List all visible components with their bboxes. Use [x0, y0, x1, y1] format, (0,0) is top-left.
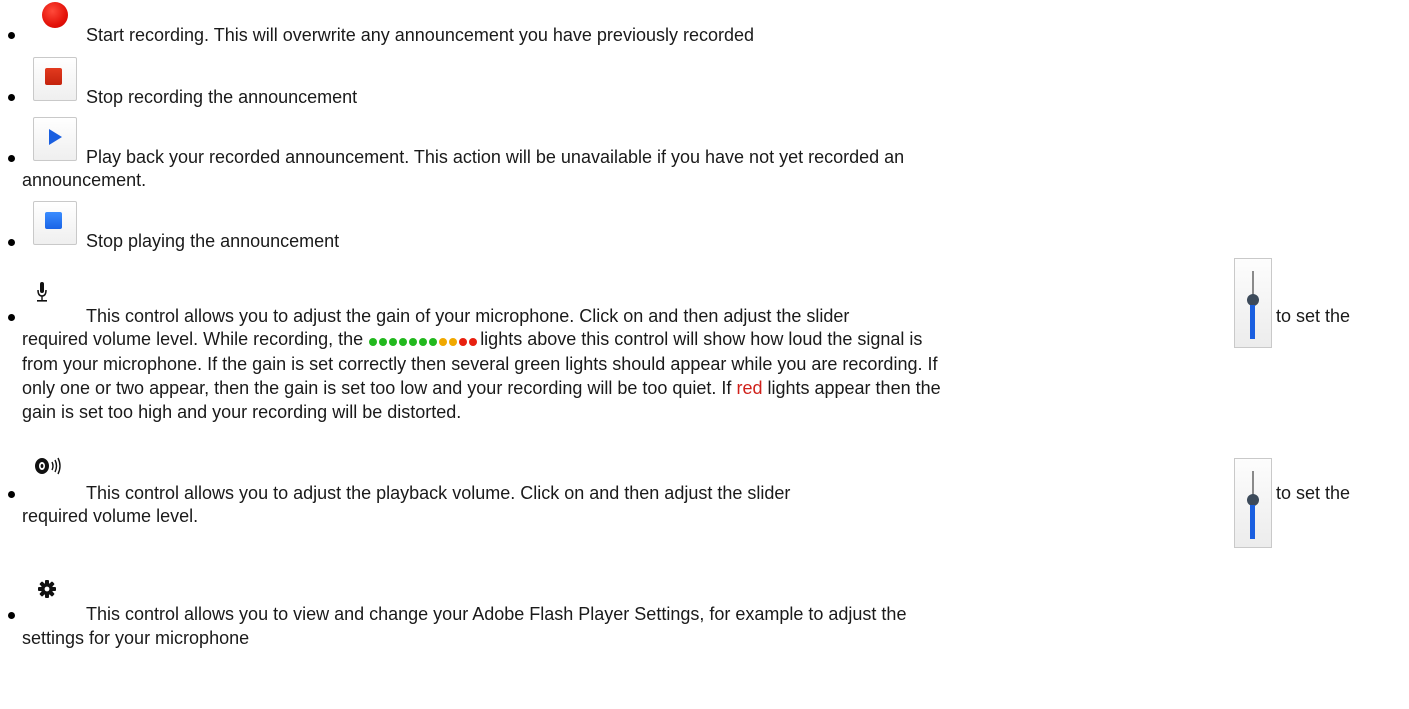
bullet	[8, 491, 15, 498]
level-light-icon	[449, 337, 458, 346]
microphone-icon	[37, 282, 47, 302]
bullet	[8, 155, 15, 162]
item-text-line-1: This control allows you to adjust the pl…	[86, 483, 791, 503]
item-text-line-5: gain is set too high and your recording …	[22, 402, 462, 422]
item-text-line-4-pre: only one or two appear, then the gain is…	[22, 378, 732, 398]
level-light-icon	[459, 337, 468, 346]
item-text-line-2-post: lights above this control will show how …	[480, 329, 923, 349]
bullet	[8, 239, 15, 246]
item-text: Stop recording the announcement	[86, 87, 358, 107]
red-word: red	[736, 378, 763, 398]
item-text: settings for your microphone	[22, 628, 250, 648]
level-lights	[369, 329, 479, 351]
play-icon	[33, 117, 77, 161]
level-light-icon	[379, 337, 388, 346]
level-light-icon	[429, 337, 438, 346]
item-text-line-4: only one or two appear, then the gain is…	[22, 377, 941, 399]
level-light-icon	[399, 337, 408, 346]
item-text: This control allows you to view and chan…	[86, 604, 907, 624]
level-light-icon	[389, 337, 398, 346]
item-text: Stop playing the announcement	[86, 231, 340, 251]
level-light-icon	[369, 337, 378, 346]
speaker-icon	[35, 457, 61, 475]
item-text-line-4-post: lights appear then the	[767, 378, 941, 398]
stop-recording-icon	[33, 57, 77, 101]
volume-slider-icon	[1234, 458, 1272, 548]
item-text-line-1-end: to set the	[1276, 306, 1351, 326]
item-text-line-3: from your microphone. If the gain is set…	[22, 354, 938, 374]
item-text-line-1: This control allows you to adjust the ga…	[86, 306, 850, 326]
item-text: Start recording. This will overwrite any…	[86, 25, 755, 45]
stop-playing-icon	[33, 201, 77, 245]
bullet	[8, 32, 15, 39]
item-text-line-1-end: to set the	[1276, 483, 1351, 503]
item-text-line-2: required volume level.	[22, 506, 199, 526]
bullet	[8, 612, 15, 619]
gear-icon	[38, 580, 56, 598]
record-dot-icon	[42, 2, 68, 28]
item-text: Play back your recorded announcement. Th…	[86, 147, 905, 167]
level-light-icon	[439, 337, 448, 346]
item-text-line-2-pre: required volume level. While recording, …	[22, 329, 364, 349]
level-light-icon	[409, 337, 418, 346]
bullet	[8, 314, 15, 321]
item-text: announcement.	[22, 170, 147, 190]
bullet	[8, 94, 15, 101]
level-light-icon	[469, 337, 478, 346]
gain-slider-icon	[1234, 258, 1272, 348]
level-light-icon	[419, 337, 428, 346]
item-text-line-2: required volume level. While recording, …	[22, 328, 922, 351]
